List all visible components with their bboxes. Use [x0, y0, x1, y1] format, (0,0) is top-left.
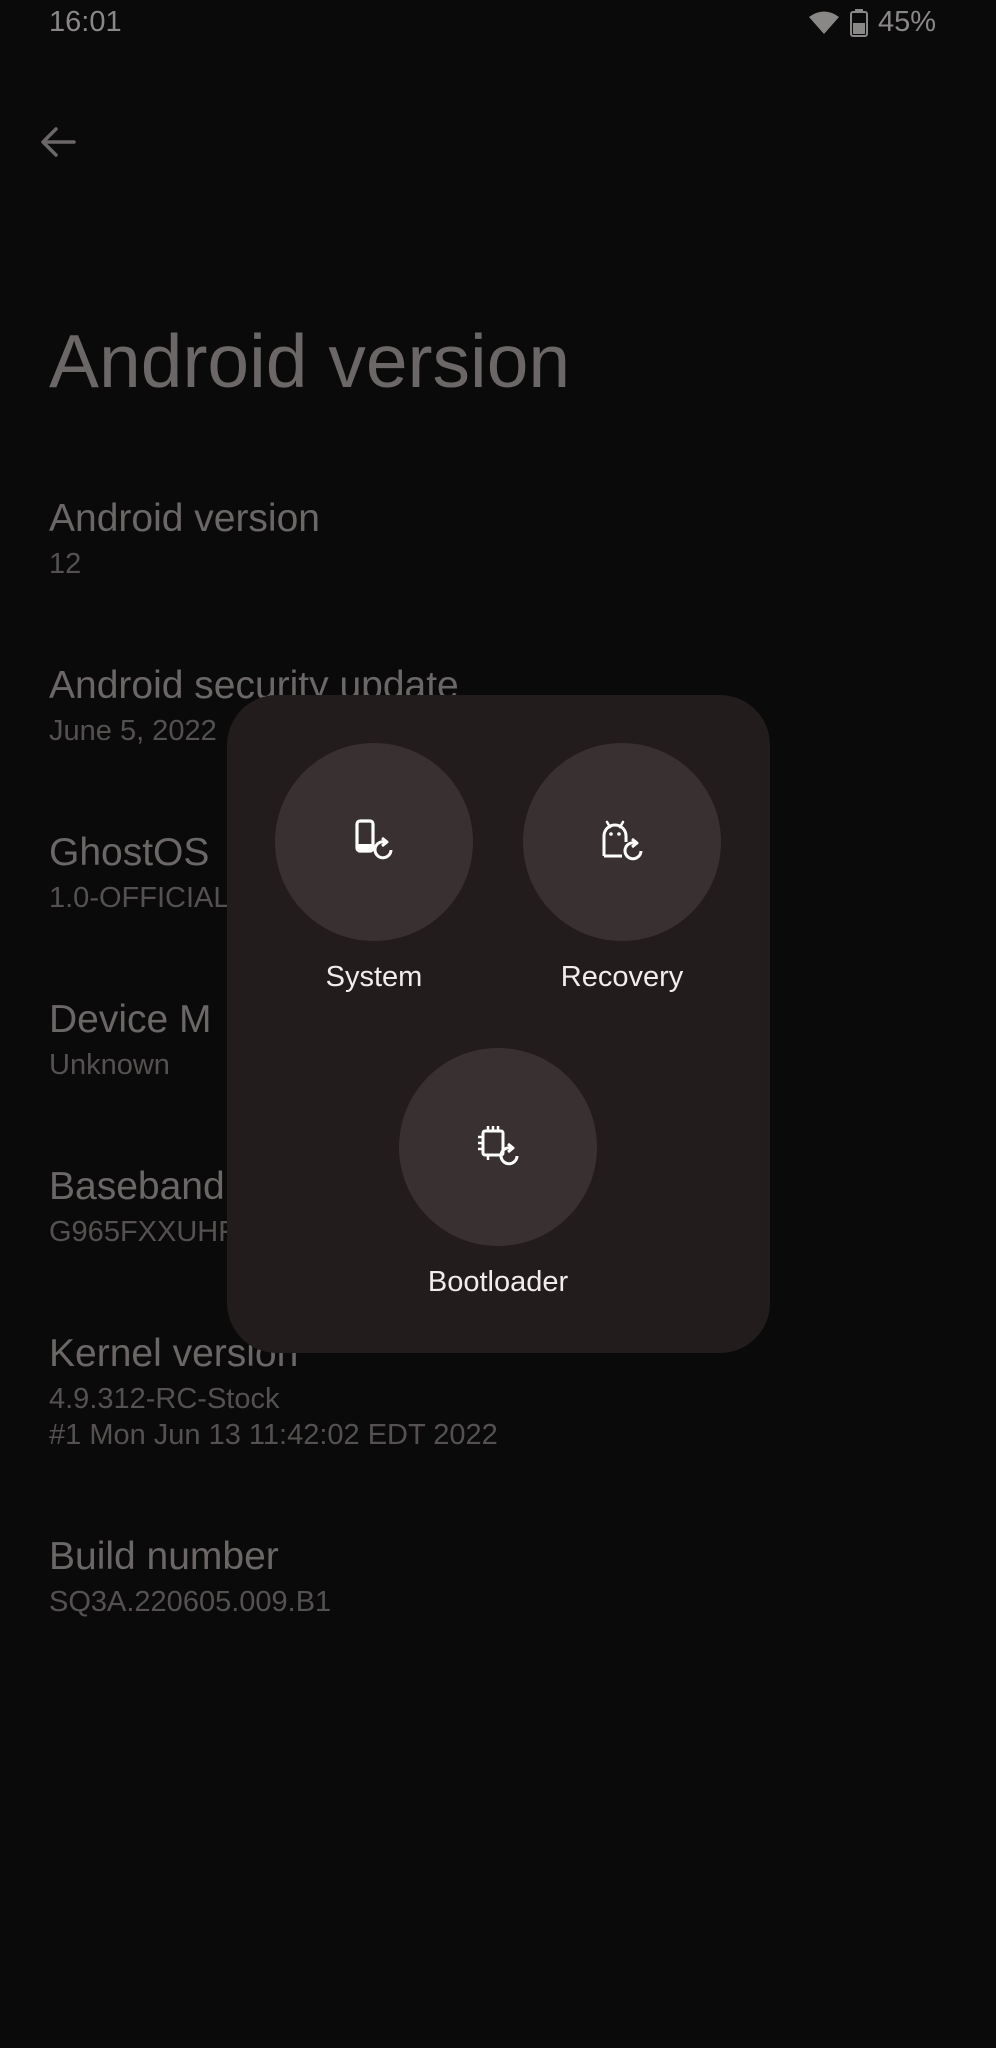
info-item-title: GhostOS [49, 831, 210, 874]
info-item-title: Build number [49, 1535, 279, 1578]
info-item-summary: 4.9.312-RC-Stock #1 Mon Jun 13 11:42:02 … [49, 1383, 498, 1451]
battery-icon [849, 8, 868, 37]
reboot-system-label: System [325, 961, 423, 993]
arrow-back-icon [40, 126, 76, 163]
info-item-summary: G965FXXUHF [49, 1216, 236, 1248]
back-button[interactable] [34, 120, 82, 168]
reboot-bootloader-circle[interactable] [399, 1048, 597, 1246]
status-time: 16:01 [49, 6, 122, 38]
info-item-title: Device M [49, 998, 212, 1041]
info-item-summary: 1.0-OFFICIAL [49, 882, 230, 914]
wifi-icon [808, 10, 840, 36]
info-item-baseband[interactable]: Baseband G965FXXUHF [49, 1164, 236, 1250]
screen: 16:01 45% Android version Android versio… [0, 0, 996, 2048]
page-title: Android version [49, 319, 571, 403]
android-restart-icon [600, 818, 644, 867]
chip-restart-icon [476, 1123, 520, 1172]
info-item-ghostos[interactable]: GhostOS 1.0-OFFICIAL [49, 830, 230, 916]
info-item-title: Baseband [49, 1165, 225, 1208]
reboot-dialog: System Recovery Bootloader [227, 695, 770, 1353]
info-item-android-version[interactable]: Android version 12 [49, 496, 320, 582]
info-item-summary: Unknown [49, 1049, 170, 1081]
reboot-recovery-circle[interactable] [523, 743, 721, 941]
info-item-title: Android version [49, 497, 320, 540]
battery-level: 45% [877, 6, 936, 38]
reboot-recovery-button[interactable]: Recovery [523, 743, 721, 994]
info-item-summary: SQ3A.220605.009.B1 [49, 1586, 332, 1618]
status-bar: 16:01 45% [0, 0, 996, 52]
phone-restart-icon [352, 818, 396, 867]
info-item-build-number[interactable]: Build number SQ3A.220605.009.B1 [49, 1534, 331, 1620]
info-item-summary: 12 [49, 548, 82, 580]
reboot-recovery-label: Recovery [560, 961, 684, 993]
status-icons: 45% [808, 6, 936, 39]
reboot-bootloader-label: Bootloader [427, 1266, 569, 1298]
reboot-system-circle[interactable] [275, 743, 473, 941]
reboot-system-button[interactable]: System [275, 743, 473, 994]
reboot-bootloader-button[interactable]: Bootloader [399, 1048, 597, 1299]
info-item-device-model[interactable]: Device M Unknown [49, 997, 212, 1083]
